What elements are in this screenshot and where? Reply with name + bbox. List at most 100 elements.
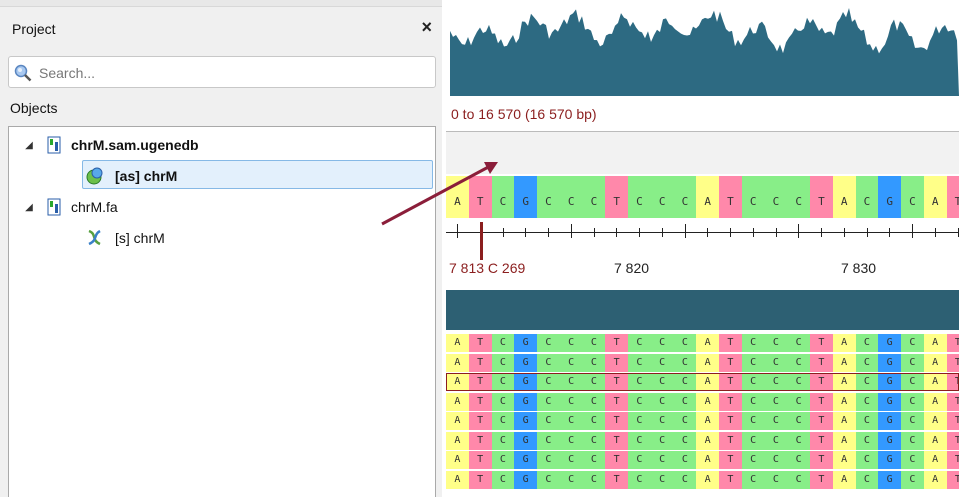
read-row[interactable]: ATCGCCCTCCCATCCCTACGCAT (446, 412, 959, 430)
read-nucleotide: C (901, 353, 924, 372)
search-input[interactable] (37, 61, 431, 85)
read-row[interactable]: ATCGCCCTCCCATCCCTACGCAT (446, 392, 959, 411)
read-nucleotide: C (901, 431, 924, 450)
tree-item-chrm-sam-ugenedb[interactable]: ◢ chrM.sam.ugenedb (23, 131, 199, 159)
read-nucleotide: A (446, 412, 469, 430)
tree-item-chrm-fa[interactable]: ◢ chrM.fa (23, 193, 118, 221)
read-nucleotide: G (514, 373, 537, 391)
read-nucleotide: C (559, 412, 583, 430)
close-icon[interactable]: × (421, 17, 432, 37)
read-nucleotide: C (582, 431, 606, 450)
read-nucleotide: C (673, 392, 697, 411)
read-nucleotide: T (810, 392, 833, 411)
read-nucleotide: A (832, 470, 856, 489)
read-nucleotide: G (514, 470, 537, 489)
tree-item-as-chrm[interactable]: [as] chrM (85, 162, 177, 190)
read-nucleotide: C (628, 470, 651, 489)
reference-nucleotide: C (673, 176, 697, 218)
expand-arrow-icon[interactable]: ◢ (23, 140, 35, 151)
read-nucleotide: C (537, 392, 560, 411)
read-nucleotide: C (582, 470, 606, 489)
tree-item-s-chrm[interactable]: [s] chrM (85, 224, 165, 252)
read-row[interactable]: ATCGCCCTCCCATCCCTACGCAT (446, 431, 959, 450)
read-nucleotide: G (878, 334, 901, 352)
position-ruler: 7 813 C 269 7 820 7 830 (446, 222, 959, 276)
read-nucleotide: T (946, 451, 959, 469)
objects-label: Objects (10, 100, 58, 116)
read-nucleotide: C (787, 431, 810, 450)
read-nucleotide: C (855, 431, 879, 450)
read-nucleotide: C (537, 334, 560, 352)
expand-arrow-icon[interactable]: ◢ (23, 202, 35, 213)
read-nucleotide: T (719, 353, 742, 372)
read-nucleotide: T (946, 334, 959, 352)
read-nucleotide: C (650, 470, 674, 489)
read-nucleotide: G (514, 412, 537, 430)
reference-nucleotide: C (650, 176, 674, 218)
read-nucleotide: T (719, 334, 742, 352)
read-nucleotide: C (673, 353, 697, 372)
reference-sequence-row: ATCGCCCTCCCATCCCTACGCAT (446, 176, 959, 218)
read-nucleotide: C (787, 373, 810, 391)
read-row[interactable]: ATCGCCCTCCCATCCCTACGCAT (446, 334, 959, 352)
read-nucleotide: C (741, 392, 765, 411)
read-nucleotide: T (605, 470, 628, 489)
read-nucleotide: C (537, 412, 560, 430)
read-nucleotide: C (491, 334, 515, 352)
read-nucleotide: C (901, 412, 924, 430)
read-nucleotide: A (696, 412, 719, 430)
ruler-tick (684, 224, 686, 238)
coverage-graph (450, 8, 959, 96)
read-nucleotide: A (446, 392, 469, 411)
read-row[interactable]: ATCGCCCTCCCATCCCTACGCAT (446, 353, 959, 372)
read-nucleotide: G (878, 353, 901, 372)
ruler-tick (616, 228, 618, 237)
read-nucleotide: A (832, 412, 856, 430)
read-nucleotide: C (764, 334, 788, 352)
read-nucleotide: C (491, 373, 515, 391)
read-nucleotide: T (468, 334, 492, 352)
read-nucleotide: C (491, 412, 515, 430)
read-row[interactable]: ATCGCCCTCCCATCCCTACGCAT (446, 373, 959, 391)
read-nucleotide: T (605, 412, 628, 430)
read-nucleotide: G (514, 431, 537, 450)
read-nucleotide: T (468, 392, 492, 411)
read-nucleotide: A (923, 412, 947, 430)
read-nucleotide: G (878, 412, 901, 430)
reference-nucleotide: T (719, 176, 742, 218)
read-nucleotide: C (650, 451, 674, 469)
reference-nucleotide: A (832, 176, 856, 218)
tree-item-label: [s] chrM (115, 230, 165, 246)
search-field[interactable] (8, 56, 436, 88)
tree-item-label: chrM.sam.ugenedb (71, 137, 199, 153)
read-row[interactable]: ATCGCCCTCCCATCCCTACGCAT (446, 470, 959, 489)
read-nucleotide: C (673, 412, 697, 430)
read-nucleotide: C (491, 431, 515, 450)
tree-item-label: chrM.fa (71, 199, 118, 215)
read-nucleotide: C (628, 412, 651, 430)
read-nucleotide: T (946, 353, 959, 372)
read-nucleotide: A (832, 334, 856, 352)
read-nucleotide: T (946, 412, 959, 430)
read-nucleotide: A (832, 392, 856, 411)
ruler-tick (707, 228, 709, 237)
read-nucleotide: C (650, 373, 674, 391)
search-icon (14, 64, 32, 82)
read-nucleotide: G (514, 451, 537, 469)
read-nucleotide: C (764, 451, 788, 469)
read-row[interactable]: ATCGCCCTCCCATCCCTACGCAT (446, 451, 959, 469)
read-nucleotide: C (901, 451, 924, 469)
read-nucleotide: C (741, 353, 765, 372)
ruler-tick (821, 228, 822, 237)
read-nucleotide: C (855, 392, 879, 411)
read-nucleotide: G (878, 392, 901, 411)
read-nucleotide: T (468, 412, 492, 430)
read-nucleotide: C (628, 353, 651, 372)
read-nucleotide: C (537, 431, 560, 450)
read-nucleotide: C (650, 431, 674, 450)
read-nucleotide: A (832, 451, 856, 469)
read-nucleotide: T (605, 334, 628, 352)
read-nucleotide: C (537, 373, 560, 391)
read-nucleotide: A (446, 470, 469, 489)
gap-band (446, 132, 959, 174)
